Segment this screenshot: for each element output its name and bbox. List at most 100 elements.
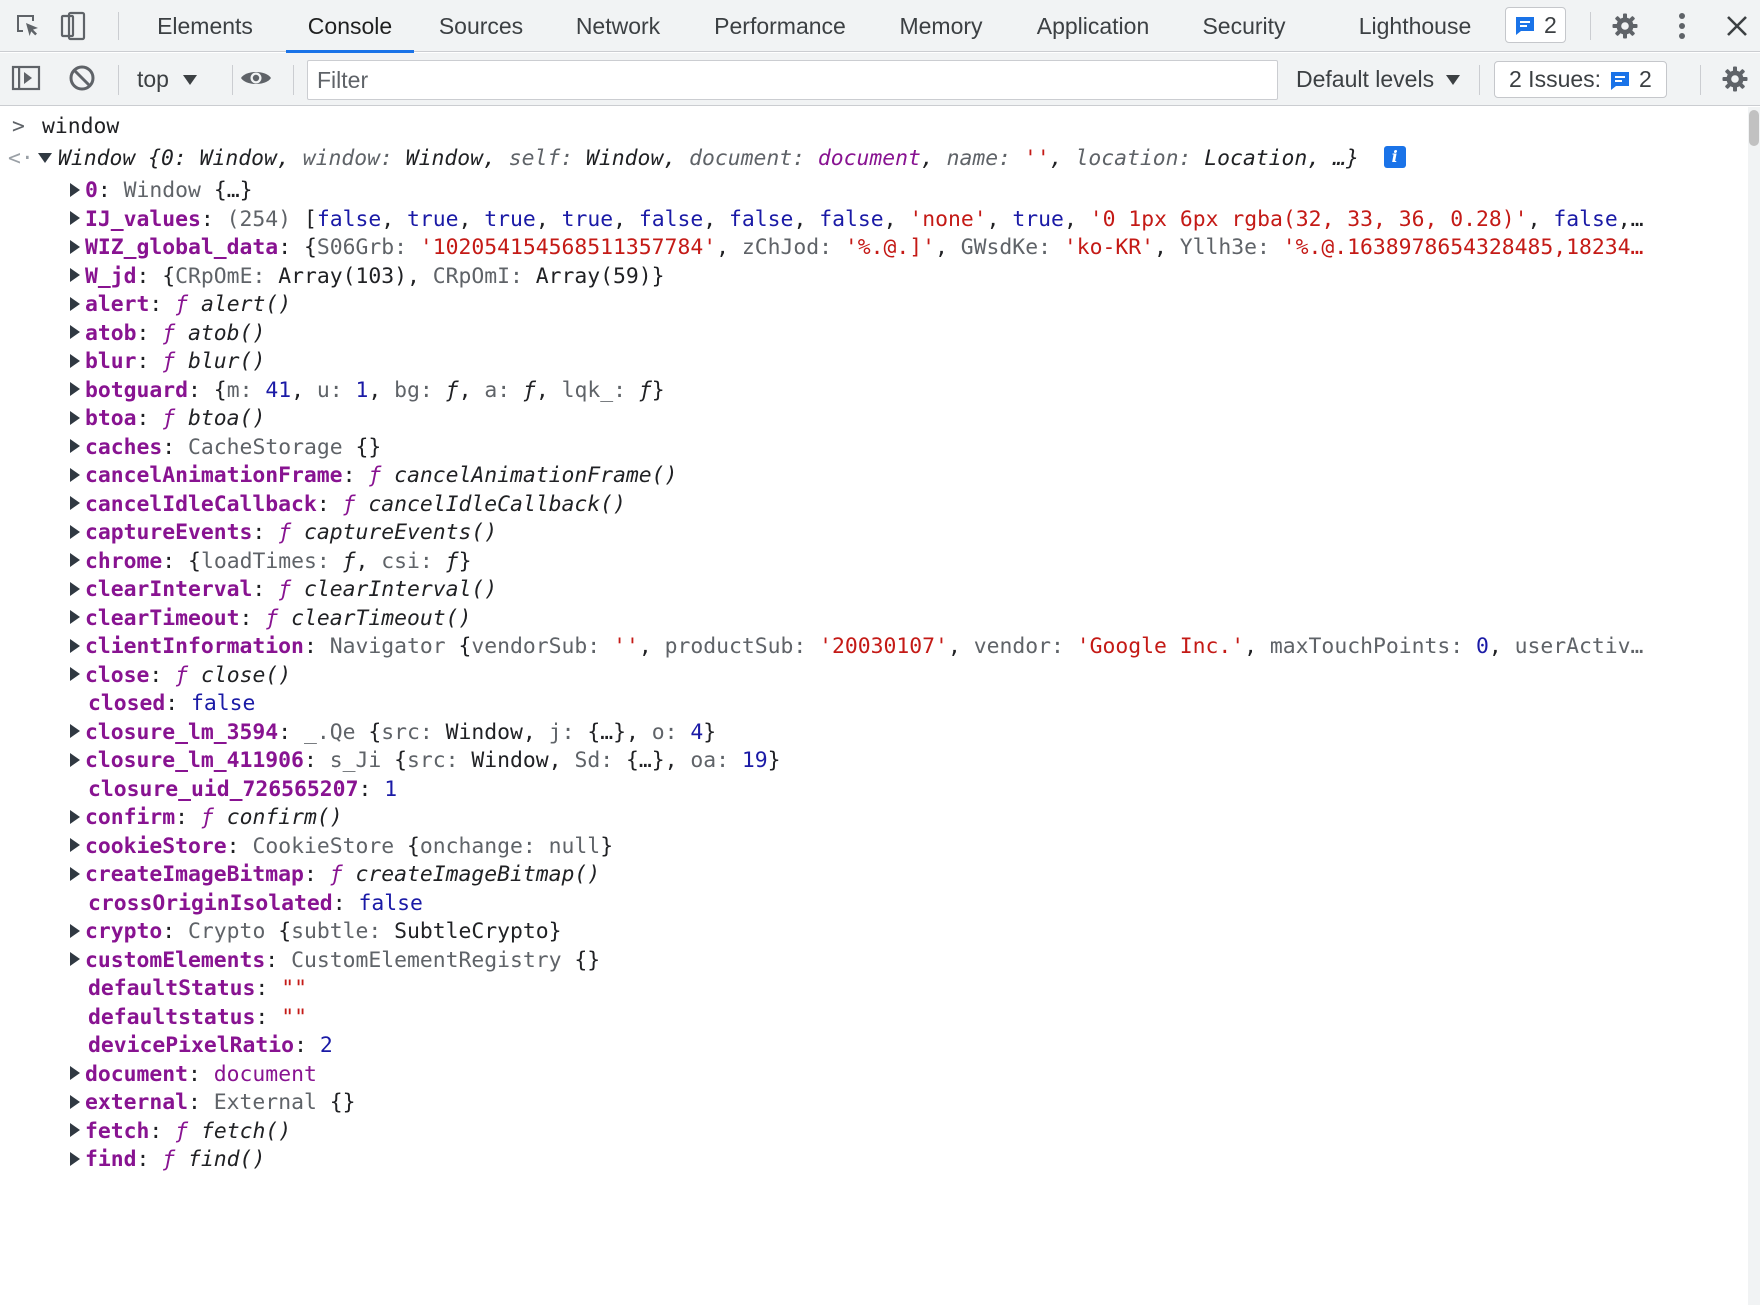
expand-triangle-icon[interactable] [70, 923, 80, 938]
settings-gear-icon[interactable] [1608, 9, 1642, 43]
tab-performance[interactable]: Performance [700, 0, 860, 52]
expand-triangle-icon[interactable] [70, 353, 80, 368]
property-row[interactable]: alert: ƒ alert() [70, 289, 291, 321]
property-row[interactable]: confirm: ƒ confirm() [70, 802, 343, 834]
property-row[interactable]: closure_lm_411906: s_Ji {src: Window, Sd… [70, 745, 781, 777]
property-row[interactable]: find: ƒ find() [70, 1144, 265, 1176]
property-row[interactable]: external: External {} [70, 1087, 355, 1119]
property-row[interactable]: document: document [70, 1059, 317, 1091]
expand-triangle-icon[interactable] [70, 467, 80, 482]
property-row[interactable]: IJ_values: (254) [false, true, true, tru… [70, 204, 1644, 236]
property-colon: : [294, 1033, 320, 1058]
expand-triangle-icon[interactable] [70, 1123, 80, 1137]
property-row[interactable]: clientInformation: Navigator {vendorSub:… [70, 631, 1643, 663]
tab-memory[interactable]: Memory [880, 0, 1002, 52]
console-scrollbar[interactable] [1748, 107, 1760, 1305]
property-row[interactable]: blur: ƒ blur() [70, 346, 265, 378]
property-row[interactable]: customElements: CustomElementRegistry {} [70, 945, 600, 977]
tab-console[interactable]: Console [286, 0, 414, 53]
property-row[interactable]: clearInterval: ƒ clearInterval() [70, 574, 497, 606]
property-row[interactable]: fetch: ƒ fetch() [70, 1116, 291, 1148]
expand-triangle-icon[interactable] [70, 382, 80, 396]
property-row[interactable]: closure_lm_3594: _.Qe {src: Window, j: {… [70, 717, 716, 749]
property-row[interactable]: close: ƒ close() [70, 660, 291, 692]
expand-triangle-icon[interactable] [70, 239, 80, 254]
tab-network[interactable]: Network [555, 0, 681, 52]
console-settings-gear-icon[interactable] [1718, 62, 1752, 96]
expand-triangle-icon[interactable] [70, 610, 80, 624]
expand-triangle-icon[interactable] [70, 866, 80, 881]
property-row: devicePixelRatio: 2 [88, 1030, 333, 1062]
property-row[interactable]: 0: Window {…} [70, 175, 252, 207]
property-row[interactable]: clearTimeout: ƒ clearTimeout() [70, 603, 471, 635]
tab-sources[interactable]: Sources [426, 0, 536, 52]
property-row[interactable]: chrome: {loadTimes: ƒ, csi: ƒ} [70, 546, 471, 578]
expand-triangle-icon[interactable] [70, 724, 80, 738]
property-row[interactable]: cookieStore: CookieStore {onchange: null… [70, 831, 613, 863]
property-row[interactable]: btoa: ƒ btoa() [70, 403, 265, 435]
log-levels-dropdown[interactable]: Default levels [1296, 53, 1461, 106]
property-value-token: , [703, 206, 730, 232]
expand-triangle-icon[interactable] [70, 581, 80, 596]
inspect-element-icon[interactable] [10, 9, 46, 43]
clear-console-icon[interactable] [67, 61, 97, 95]
expand-triangle-icon[interactable] [70, 1066, 80, 1080]
show-sidebar-icon[interactable] [10, 61, 42, 95]
property-value-token: csi: [381, 548, 446, 574]
console-result-row[interactable]: <· Window {0: Window, window: Window, sel… [8, 143, 1406, 175]
expand-triangle-icon[interactable] [70, 211, 80, 225]
property-row[interactable]: caches: CacheStorage {} [70, 432, 381, 464]
messages-badge[interactable]: 2 [1505, 7, 1566, 43]
property-row[interactable]: cancelIdleCallback: ƒ cancelIdleCallback… [70, 489, 626, 521]
info-icon[interactable]: i [1383, 146, 1406, 168]
tab-lighthouse[interactable]: Lighthouse [1340, 0, 1490, 52]
more-options-icon[interactable] [1672, 9, 1692, 43]
expand-triangle-icon[interactable] [70, 638, 80, 653]
property-row[interactable]: captureEvents: ƒ captureEvents() [70, 517, 497, 549]
property-row[interactable]: cancelAnimationFrame: ƒ cancelAnimationF… [70, 460, 677, 492]
context-selector[interactable]: top [137, 53, 197, 106]
filter-input[interactable] [307, 60, 1278, 100]
property-value-token: , [1488, 634, 1515, 659]
summary-token: self: [508, 146, 587, 171]
expand-triangle-icon[interactable] [70, 524, 80, 539]
property-row[interactable]: WIZ_global_data: {S06Grb: '1020541545685… [70, 232, 1643, 264]
property-key: defaultStatus [88, 976, 256, 1001]
property-row[interactable]: W_jd: {CRpOmE: Array(103), CRpOmI: Array… [70, 261, 665, 293]
device-toolbar-icon[interactable] [58, 9, 88, 43]
expand-triangle-icon[interactable] [70, 296, 80, 311]
expand-triangle-icon[interactable] [70, 325, 80, 339]
collapse-triangle-icon[interactable] [38, 152, 52, 163]
expand-triangle-icon[interactable] [70, 952, 80, 966]
expand-triangle-icon[interactable] [70, 1094, 80, 1109]
expand-triangle-icon[interactable] [70, 838, 80, 852]
tab-application[interactable]: Application [1022, 0, 1164, 52]
property-row[interactable]: createImageBitmap: ƒ createImageBitmap() [70, 859, 600, 891]
property-value-token: fetch() [200, 1118, 292, 1144]
console-scrollbar-thumb[interactable] [1749, 110, 1759, 146]
expand-triangle-icon[interactable] [70, 439, 80, 453]
property-value-token: u: [316, 377, 356, 403]
property-row[interactable]: botguard: {m: 41, u: 1, bg: ƒ, a: ƒ, lqk… [70, 375, 665, 407]
property-row[interactable]: crypto: Crypto {subtle: SubtleCrypto} [70, 916, 562, 948]
expand-triangle-icon[interactable] [70, 667, 80, 681]
tab-security[interactable]: Security [1186, 0, 1302, 52]
issues-button[interactable]: 2 Issues: 2 [1494, 61, 1667, 98]
property-value-token: 19 [741, 748, 768, 773]
expand-triangle-icon[interactable] [70, 553, 80, 567]
property-value-token: S06Grb: [316, 235, 420, 260]
expand-triangle-icon[interactable] [70, 809, 80, 824]
live-expression-eye-icon[interactable] [238, 61, 274, 95]
expand-triangle-icon[interactable] [70, 1151, 80, 1166]
expand-triangle-icon[interactable] [70, 268, 80, 282]
expand-triangle-icon[interactable] [70, 496, 80, 510]
close-devtools-icon[interactable] [1722, 9, 1752, 43]
expand-triangle-icon[interactable] [70, 182, 80, 197]
property-value-token: { [303, 235, 317, 260]
tab-elements[interactable]: Elements [135, 0, 275, 52]
property-value-token: CookieStore [252, 833, 407, 859]
property-colon: : [332, 890, 359, 916]
expand-triangle-icon[interactable] [70, 410, 80, 425]
expand-triangle-icon[interactable] [70, 752, 80, 767]
property-row[interactable]: atob: ƒ atob() [70, 318, 265, 350]
